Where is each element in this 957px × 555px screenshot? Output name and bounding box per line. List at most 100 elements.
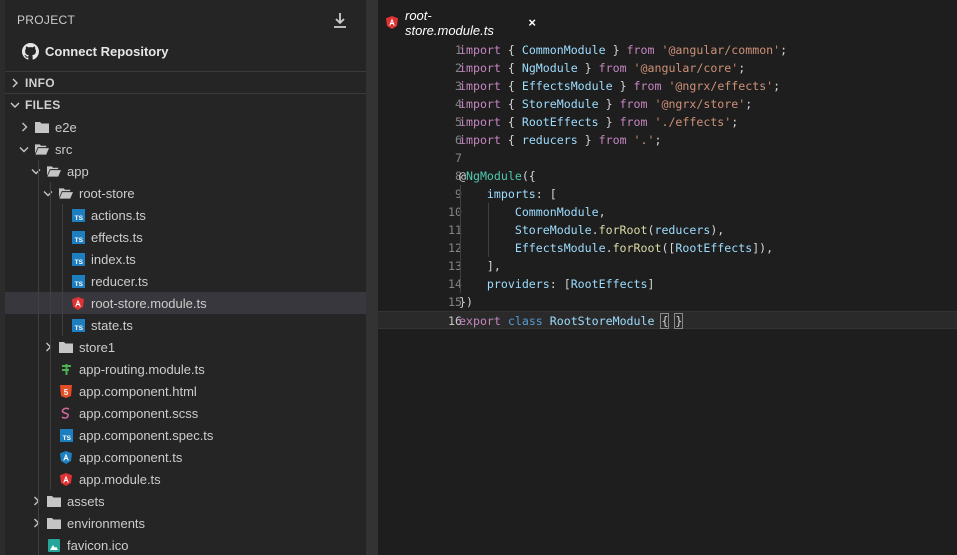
tree-file[interactable]: app.module.ts xyxy=(5,468,366,490)
angular-file-icon xyxy=(60,472,72,486)
download-icon[interactable] xyxy=(332,12,348,30)
tree-folder[interactable]: src xyxy=(5,138,366,160)
tree-twistie[interactable] xyxy=(41,342,55,352)
tree-folder[interactable]: store1 xyxy=(5,336,366,358)
tree-item-icon: TS xyxy=(71,318,85,332)
tree-twistie[interactable] xyxy=(17,122,31,132)
tree-item-label: root-store.module.ts xyxy=(91,295,207,311)
tree-file[interactable]: TS index.ts xyxy=(5,248,366,270)
github-icon xyxy=(22,42,39,60)
code-line[interactable]: 12 EffectsModule.forRoot([RootEffects]), xyxy=(378,239,957,257)
line-content: CommonModule, xyxy=(459,203,606,221)
tab-root-store-module[interactable]: root-store.module.ts × xyxy=(378,0,536,45)
code-token: '@ngrx/store' xyxy=(654,97,746,111)
line-content: import { NgModule } from '@angular/core'… xyxy=(459,59,745,77)
code-token: reducers xyxy=(654,223,711,237)
tree-twistie[interactable] xyxy=(29,167,43,176)
line-number: 9 xyxy=(455,187,462,201)
indent-guide xyxy=(38,160,39,555)
code-token: { xyxy=(500,43,522,57)
tree-item-label: store1 xyxy=(79,339,116,355)
chevron-right-icon xyxy=(45,342,51,352)
tree-item-icon xyxy=(47,516,61,530)
code-token: ([ xyxy=(661,241,676,255)
files-section-header[interactable]: FILES xyxy=(10,95,61,115)
code-line[interactable]: 7 xyxy=(378,149,957,167)
tree-file[interactable]: 5 app.component.html xyxy=(5,380,366,402)
tree-item-label: effects.ts xyxy=(91,229,143,245)
code-token: providers xyxy=(486,277,550,291)
code-token: ), xyxy=(710,223,725,237)
chevron-right-icon xyxy=(21,122,27,132)
code-token: . xyxy=(591,223,599,237)
indent-guide xyxy=(62,204,63,336)
svg-text:TS: TS xyxy=(62,435,71,442)
tree-item-icon xyxy=(47,538,61,552)
code-line[interactable]: 3 import { EffectsModule } from '@ngrx/ef… xyxy=(378,77,957,95)
chevron-right-icon xyxy=(12,78,18,88)
code-area[interactable]: 1 import { CommonModule } from '@angular/… xyxy=(378,41,957,329)
tree-file[interactable]: TS reducer.ts xyxy=(5,270,366,292)
code-token: '.' xyxy=(633,133,655,147)
tree-twistie[interactable] xyxy=(41,189,55,198)
connect-repository-label: Connect Repository xyxy=(45,43,169,59)
line-number: 12 xyxy=(448,241,462,255)
code-token: StoreModule xyxy=(521,97,599,111)
tree-folder[interactable]: assets xyxy=(5,490,366,512)
sidebar: PROJECT Connect Repository INFO FILES e2… xyxy=(0,0,366,555)
code-line[interactable]: 13 ], xyxy=(378,257,957,275)
code-line[interactable]: 10 CommonModule, xyxy=(378,203,957,221)
editor[interactable]: root-store.module.ts × 1 import { CommonM… xyxy=(378,0,957,555)
code-line[interactable]: 4 import { StoreModule } from '@ngrx/stor… xyxy=(378,95,957,113)
tree-file[interactable]: app.component.scss xyxy=(5,402,366,424)
tree-twistie[interactable] xyxy=(29,496,43,506)
divider xyxy=(5,93,366,94)
info-section-header[interactable]: INFO xyxy=(10,73,55,93)
code-token: ], xyxy=(459,259,501,273)
code-line[interactable]: 5 import { RootEffects } from './effects'… xyxy=(378,113,957,131)
code-line[interactable]: 16 export class RootStoreModule { } xyxy=(378,311,957,329)
tree-file[interactable]: app.component.ts xyxy=(5,446,366,468)
tree-file[interactable]: root-store.module.ts xyxy=(5,292,366,314)
tree-file[interactable]: TS state.ts xyxy=(5,314,366,336)
code-line[interactable]: 11 StoreModule.forRoot(reducers), xyxy=(378,221,957,239)
code-indent-guide xyxy=(488,203,489,257)
code-token: import xyxy=(459,115,501,129)
code-token: : [ xyxy=(535,187,557,201)
divider xyxy=(5,71,366,72)
tree-twistie[interactable] xyxy=(29,518,43,528)
code-line[interactable]: 9 imports: [ xyxy=(378,185,957,203)
code-line[interactable]: 1 import { CommonModule } from '@angular/… xyxy=(378,41,957,59)
tree-file[interactable]: TS app.component.spec.ts xyxy=(5,424,366,446)
tree-folder[interactable]: environments xyxy=(5,512,366,534)
chevron-down-icon xyxy=(19,146,29,152)
code-line[interactable]: 14 providers: [RootEffects] xyxy=(378,275,957,293)
tree-item-icon xyxy=(59,362,73,376)
sidebar-splitter[interactable] xyxy=(366,0,378,555)
folder-open-icon xyxy=(47,166,61,177)
code-line[interactable]: 6 import { reducers } from '.'; xyxy=(378,131,957,149)
code-line[interactable]: 15}) xyxy=(378,293,957,311)
line-content: StoreModule.forRoot(reducers), xyxy=(459,221,724,239)
tree-file[interactable]: app-routing.module.ts xyxy=(5,358,366,380)
code-line[interactable]: 8 @NgModule({ xyxy=(378,167,957,185)
folder-icon xyxy=(59,342,73,353)
tree-file[interactable]: TS actions.ts xyxy=(5,204,366,226)
line-number: 8 xyxy=(455,169,462,183)
close-icon[interactable]: × xyxy=(528,15,536,30)
tree-item-label: app.component.spec.ts xyxy=(79,427,214,443)
tree-folder[interactable]: e2e xyxy=(5,116,366,138)
tree-item-icon xyxy=(59,472,73,486)
tree-folder[interactable]: root-store xyxy=(5,182,366,204)
tree-twistie[interactable] xyxy=(17,145,31,154)
tree-file[interactable]: TS effects.ts xyxy=(5,226,366,248)
code-token: import xyxy=(459,133,501,147)
tree-file[interactable]: favicon.ico xyxy=(5,534,366,555)
line-content: import { RootEffects } from './effects'; xyxy=(459,113,738,131)
tree-folder[interactable]: app xyxy=(5,160,366,182)
connect-repository-button[interactable]: Connect Repository xyxy=(22,41,169,61)
tree-item-label: app.module.ts xyxy=(79,471,161,487)
tree-item-label: favicon.ico xyxy=(67,537,129,553)
code-line[interactable]: 2 import { NgModule } from '@angular/core… xyxy=(378,59,957,77)
